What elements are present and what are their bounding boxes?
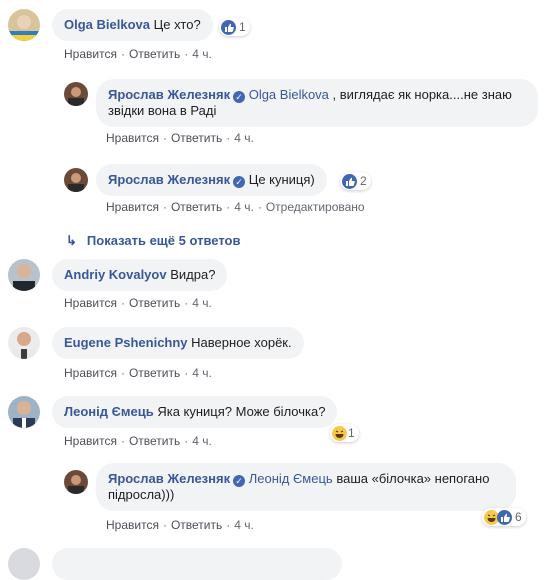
reaction-summary[interactable]: 1: [219, 18, 250, 36]
comment-actions: Нравится · Ответить · 4 ч.: [64, 366, 212, 380]
like-icon: [221, 19, 236, 35]
like-link[interactable]: Нравится: [106, 131, 159, 145]
reaction-count: 6: [515, 510, 522, 524]
comment-actions: Нравится · Ответить · 4 ч. · Отредактировано: [106, 200, 365, 214]
avatar[interactable]: [8, 9, 40, 41]
mention-link[interactable]: Olga Bielkova: [249, 87, 329, 102]
comment-text: Видра?: [170, 267, 216, 282]
comment-time[interactable]: 4 ч.: [192, 434, 212, 448]
comment-bubble: Andriy Kovalyov Видра?: [52, 259, 228, 291]
reaction-count: 2: [360, 174, 367, 188]
comment-author[interactable]: Леонід Ємець: [64, 404, 154, 419]
comment-time[interactable]: 4 ч.: [192, 47, 212, 61]
comment-time[interactable]: 4 ч.: [234, 200, 254, 214]
like-icon: [342, 173, 357, 189]
verified-badge-icon: ✓: [233, 91, 246, 103]
reply-link[interactable]: Ответить: [171, 131, 222, 145]
comment-bubble: Ярослав Железняк ✓ Леонід Ємець ваша «біл…: [96, 463, 516, 511]
comment-time[interactable]: 4 ч.: [192, 296, 212, 310]
comment-text: Це хто?: [153, 17, 201, 32]
comment-bubble: Ярослав Железняк ✓ Це куниця): [96, 164, 327, 196]
comment-author[interactable]: Olga Bielkova: [64, 17, 150, 32]
comment-actions: Нравится · Ответить · 4 ч.: [106, 131, 254, 145]
comment-bubble: [52, 548, 342, 580]
comment-bubble: Леонід Ємець Яка куниця? Може білочка?: [52, 396, 338, 428]
avatar[interactable]: [64, 470, 88, 494]
reply-link[interactable]: Ответить: [171, 518, 222, 532]
comment-actions: Нравится · Ответить · 4 ч.: [64, 47, 212, 61]
like-link[interactable]: Нравится: [64, 434, 117, 448]
show-more-replies[interactable]: ↳ Показать ещё 5 ответов: [66, 233, 240, 249]
comment-text: Це куниця): [248, 172, 315, 187]
like-link[interactable]: Нравится: [64, 366, 117, 380]
reaction-summary[interactable]: 2: [340, 172, 371, 190]
comment-bubble: Ярослав Железняк ✓ Olga Bielkova , вигляд…: [96, 79, 538, 127]
avatar[interactable]: [64, 168, 88, 192]
comment-author[interactable]: Ярослав Железняк: [108, 87, 230, 102]
show-more-label[interactable]: Показать ещё 5 ответов: [87, 233, 241, 248]
avatar[interactable]: [8, 396, 40, 428]
haha-icon: [332, 425, 347, 441]
avatar[interactable]: [8, 259, 40, 291]
reply-link[interactable]: Ответить: [129, 296, 180, 310]
like-link[interactable]: Нравится: [64, 296, 117, 310]
comment-actions: Нравится · Ответить · 4 ч.: [64, 434, 212, 448]
like-link[interactable]: Нравится: [106, 200, 159, 214]
reaction-count: 1: [239, 20, 246, 34]
comment-bubble: Eugene Pshenichny Наверное хорёк.: [52, 327, 304, 359]
like-link[interactable]: Нравится: [106, 518, 159, 532]
avatar[interactable]: [8, 548, 40, 580]
edited-label[interactable]: Отредактировано: [266, 200, 365, 214]
reply-link[interactable]: Ответить: [171, 200, 222, 214]
like-link[interactable]: Нравится: [64, 47, 117, 61]
verified-badge-icon: ✓: [233, 475, 246, 487]
comment-time[interactable]: 4 ч.: [234, 131, 254, 145]
comment-time[interactable]: 4 ч.: [192, 366, 212, 380]
comment-author[interactable]: Ярослав Железняк: [108, 172, 230, 187]
reply-arrow-icon: ↳: [66, 233, 77, 248]
comment-actions: Нравится · Ответить · 4 ч.: [64, 296, 212, 310]
reaction-summary[interactable]: 6: [482, 508, 526, 526]
comment-actions: Нравится · Ответить · 4 ч.: [106, 518, 254, 532]
avatar[interactable]: [64, 82, 88, 106]
like-icon: [497, 509, 512, 525]
comment-author[interactable]: Ярослав Железняк: [108, 471, 230, 486]
reply-link[interactable]: Ответить: [129, 434, 180, 448]
comment-time[interactable]: 4 ч.: [234, 518, 254, 532]
comment-bubble: Olga Bielkova Це хто?: [52, 9, 213, 41]
reaction-summary[interactable]: 1: [330, 424, 359, 442]
reaction-count: 1: [348, 426, 355, 440]
comment-text: Яка куниця? Може білочка?: [157, 404, 326, 419]
comment-author[interactable]: Andriy Kovalyov: [64, 267, 167, 282]
verified-badge-icon: ✓: [233, 176, 246, 188]
reply-link[interactable]: Ответить: [129, 366, 180, 380]
reply-link[interactable]: Ответить: [129, 47, 180, 61]
mention-link[interactable]: Леонід Ємець: [249, 471, 333, 486]
comment-text: Наверное хорёк.: [191, 335, 292, 350]
comment-author[interactable]: Eugene Pshenichny: [64, 335, 188, 350]
avatar[interactable]: [8, 327, 40, 359]
